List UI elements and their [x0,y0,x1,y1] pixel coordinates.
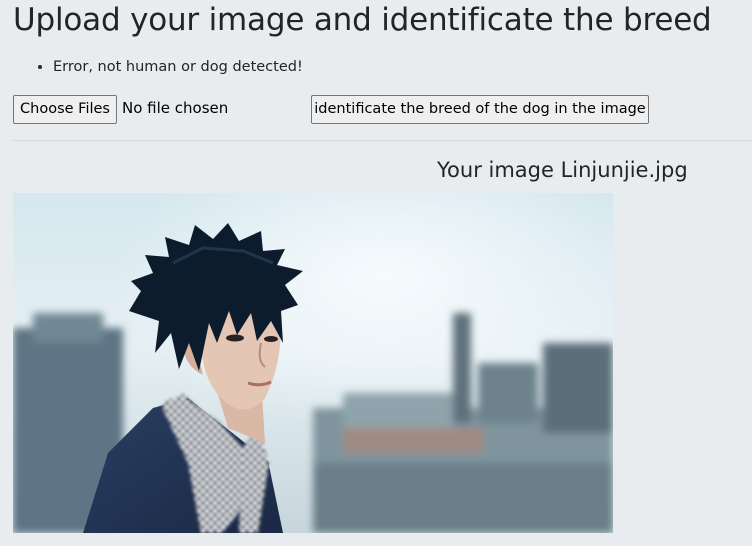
divider [13,140,752,141]
image-caption: Your image Linjunjie.jpg [437,158,688,182]
page: Upload your image and identificate the b… [0,0,752,546]
error-message: Error, not human or dog detected! [53,57,303,77]
message-list: Error, not human or dog detected! [13,57,303,77]
choose-files-button[interactable]: Choose Files [13,95,117,124]
page-title: Upload your image and identificate the b… [13,2,712,38]
identify-breed-button[interactable]: identificate the breed of the dog in the… [311,95,649,124]
file-status-text: No file chosen [122,99,229,117]
uploaded-image-graphic [13,193,613,533]
uploaded-image [13,193,613,533]
